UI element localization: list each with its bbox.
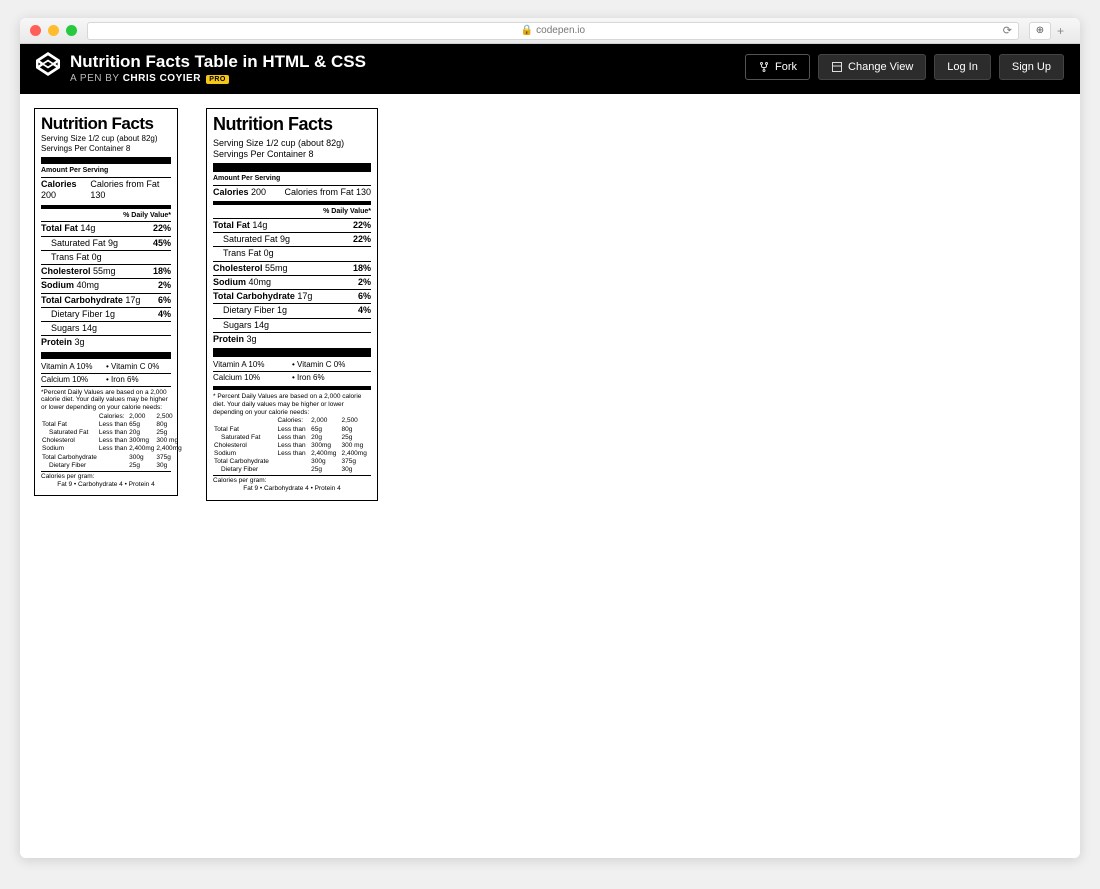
nf-calories-row: Calories 200Calories from Fat 130 <box>213 187 371 198</box>
nf-minerals: Calcium 10%Iron 6% <box>41 375 171 385</box>
nf-row-5: Total Carbohydrate 17g6% <box>213 291 371 302</box>
nf-servings-per: Servings Per Container 8 <box>213 149 371 160</box>
nf-cals-per-gram: Calories per gram:Fat 9 • Carbohydrate 4… <box>41 473 171 489</box>
nf-dv-header: % Daily Value* <box>41 212 171 221</box>
nf-row-6: Dietary Fiber 1g4% <box>213 305 371 316</box>
nf-servings-per: Servings Per Container 8 <box>41 144 171 154</box>
pro-badge: PRO <box>206 75 229 84</box>
author-link[interactable]: Chris Coyier <box>123 73 201 84</box>
nf-title: Nutrition Facts <box>41 113 171 134</box>
nf-row-0: Total Fat 14g22% <box>213 220 371 231</box>
codepen-header: Nutrition Facts Table in HTML & CSS A PE… <box>20 44 1080 94</box>
nf-minerals: Calcium 10%Iron 6% <box>213 373 371 383</box>
minimize-window-button[interactable] <box>48 25 59 36</box>
nf-serving-size: Serving Size 1/2 cup (about 82g) <box>41 134 171 144</box>
nf-row-2: Trans Fat 0g <box>213 248 371 259</box>
nf-row-7: Sugars 14g <box>213 320 371 331</box>
nf-row-3: Cholesterol 55mg18% <box>213 263 371 274</box>
new-tab-button[interactable]: + <box>1051 24 1070 38</box>
nutrition-label-small: Nutrition FactsServing Size 1/2 cup (abo… <box>34 108 178 496</box>
nf-footnote: * Percent Daily Values are based on a 2,… <box>213 393 371 416</box>
nf-vitamins: Vitamin A 10%Vitamin C 0% <box>213 360 371 370</box>
url-text: codepen.io <box>536 25 585 36</box>
pen-title: Nutrition Facts Table in HTML & CSS <box>70 52 366 72</box>
nf-amount-per-serving: Amount Per Serving <box>41 167 171 176</box>
layout-icon <box>831 61 843 73</box>
nf-title: Nutrition Facts <box>213 113 371 136</box>
nf-dv-header: % Daily Value* <box>213 208 371 217</box>
browser-toolbar: 🔒 codepen.io ⟳ ⊕ + <box>20 18 1080 44</box>
url-bar[interactable]: 🔒 codepen.io ⟳ <box>87 22 1019 40</box>
nf-row-8: Protein 3g <box>41 337 171 348</box>
nf-row-1: Saturated Fat 9g22% <box>213 234 371 245</box>
nf-calories-row: Calories 200Calories from Fat 130 <box>41 179 171 202</box>
nf-vitamins: Vitamin A 10%Vitamin C 0% <box>41 362 171 372</box>
nf-row-0: Total Fat 14g22% <box>41 223 171 234</box>
pen-result-area: Nutrition FactsServing Size 1/2 cup (abo… <box>20 94 1080 858</box>
window-controls <box>30 25 77 36</box>
share-button[interactable]: ⊕ <box>1029 22 1051 40</box>
change-view-button[interactable]: Change View <box>818 54 926 80</box>
reload-icon[interactable]: ⟳ <box>1003 24 1012 37</box>
pen-byline: A PEN BY Chris Coyier PRO <box>70 73 366 84</box>
lock-icon: 🔒 <box>521 25 533 36</box>
nf-row-8: Protein 3g <box>213 334 371 345</box>
codepen-logo-icon[interactable] <box>36 52 60 81</box>
close-window-button[interactable] <box>30 25 41 36</box>
nf-reference-table: Calories:2,0002,500Total FatLess than65g… <box>41 413 183 470</box>
maximize-window-button[interactable] <box>66 25 77 36</box>
nf-row-3: Cholesterol 55mg18% <box>41 266 171 277</box>
nf-reference-table: Calories:2,0002,500Total FatLess than65g… <box>213 417 371 474</box>
nf-row-6: Dietary Fiber 1g4% <box>41 309 171 320</box>
signup-button[interactable]: Sign Up <box>999 54 1064 80</box>
fork-icon <box>758 61 770 73</box>
nf-row-7: Sugars 14g <box>41 323 171 334</box>
login-button[interactable]: Log In <box>934 54 991 80</box>
nutrition-label-large: Nutrition Facts Serving Size 1/2 cup (abo… <box>206 108 378 501</box>
nf-footnote: *Percent Daily Values are based on a 2,0… <box>41 389 171 412</box>
nf-cals-per-gram: Calories per gram:Fat 9 • Carbohydrate 4… <box>213 477 371 493</box>
nf-serving-size: Serving Size 1/2 cup (about 82g) <box>213 138 371 149</box>
nf-row-1: Saturated Fat 9g45% <box>41 238 171 249</box>
nf-row-4: Sodium 40mg2% <box>41 280 171 291</box>
nf-amount-per-serving: Amount Per Serving <box>213 175 371 184</box>
fork-button[interactable]: Fork <box>745 54 810 80</box>
nf-row-4: Sodium 40mg2% <box>213 277 371 288</box>
nf-row-2: Trans Fat 0g <box>41 252 171 263</box>
nf-row-5: Total Carbohydrate 17g6% <box>41 295 171 306</box>
